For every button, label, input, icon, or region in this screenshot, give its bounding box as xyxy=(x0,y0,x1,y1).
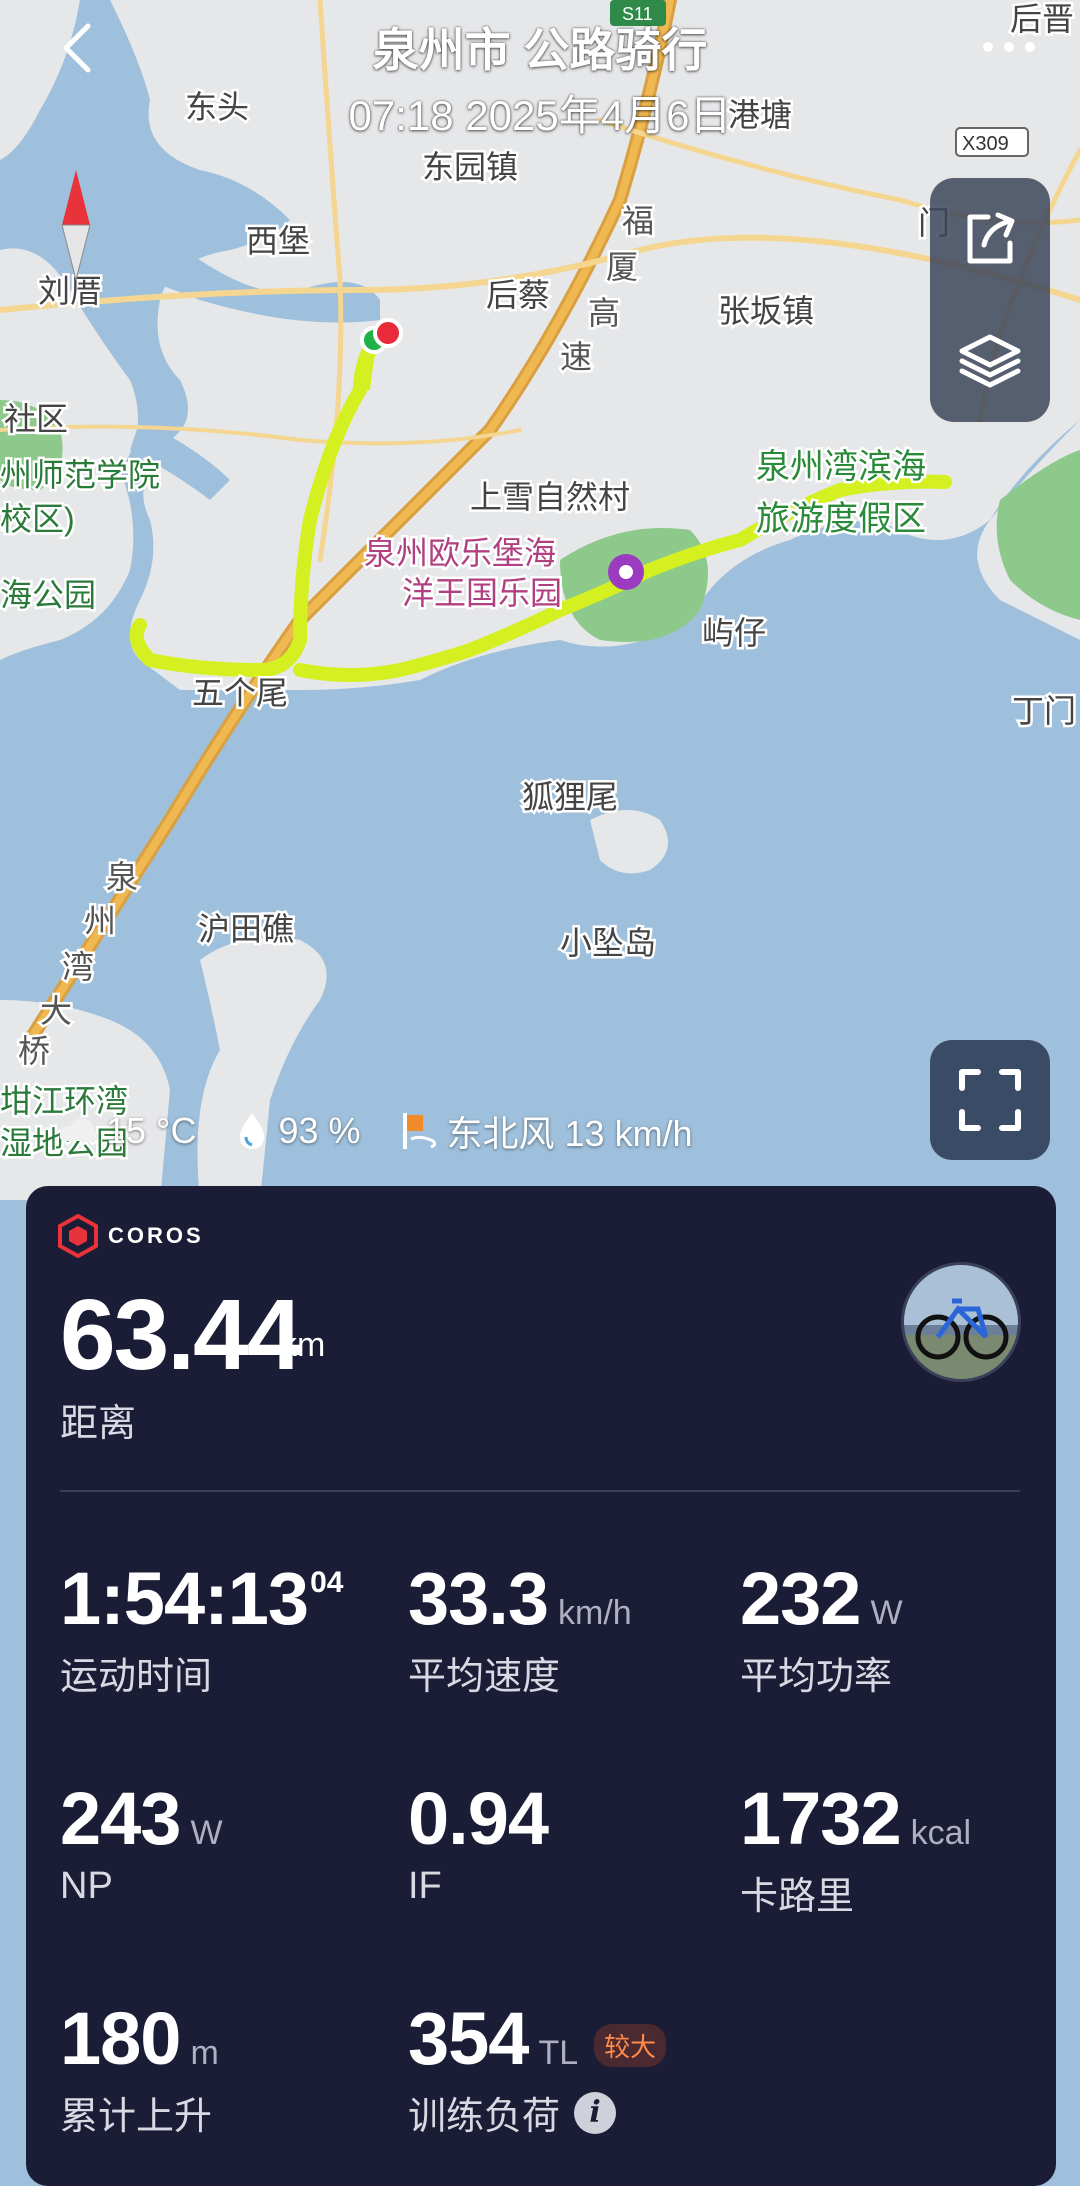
svg-text:沪田礁: 沪田礁 xyxy=(198,911,294,947)
svg-text:旅游度假区: 旅游度假区 xyxy=(756,500,926,538)
layers-icon xyxy=(959,334,1021,388)
svg-text:社区: 社区 xyxy=(4,401,68,437)
svg-text:泉州湾滨海: 泉州湾滨海 xyxy=(756,448,926,486)
svg-text:大: 大 xyxy=(40,993,72,1029)
bike-avatar[interactable] xyxy=(901,1262,1021,1382)
stat-if: 0.94 IF xyxy=(408,1777,549,1907)
svg-text:小坠岛: 小坠岛 xyxy=(560,925,656,961)
svg-text:州: 州 xyxy=(84,903,116,939)
share-button[interactable] xyxy=(930,178,1050,300)
svg-text:高: 高 xyxy=(588,295,620,331)
svg-text:西堡: 西堡 xyxy=(246,223,310,259)
wind-flag-icon xyxy=(402,1113,436,1149)
humidity: 93 % xyxy=(232,1109,361,1153)
share-icon xyxy=(967,212,1015,264)
svg-text:速: 速 xyxy=(560,339,592,375)
svg-text:桥: 桥 xyxy=(18,1033,50,1069)
coros-logo-icon xyxy=(58,1214,98,1258)
stat-avg-speed: 33.3 km/h 平均速度 xyxy=(408,1557,632,1698)
cloud-icon xyxy=(59,1118,99,1142)
svg-text:张坂镇: 张坂镇 xyxy=(718,293,814,329)
svg-text:校区): 校区) xyxy=(0,501,75,537)
svg-text:泉州欧乐堡海: 泉州欧乐堡海 xyxy=(364,535,556,571)
stat-avg-power: 232 W 平均功率 xyxy=(740,1557,903,1698)
wind: 东北风 13 km/h xyxy=(397,1105,693,1157)
page-title: 泉州市 公路骑行 xyxy=(372,24,708,76)
stat-np: 243 W NP xyxy=(60,1777,223,1907)
svg-text:湾: 湾 xyxy=(62,949,94,985)
stat-training-load: 354 TL 较大 训练负荷 i xyxy=(408,1996,667,2140)
water-drop-icon xyxy=(240,1113,265,1149)
svg-text:五个尾: 五个尾 xyxy=(192,675,288,711)
distance-value: 63.44 xyxy=(60,1279,302,1391)
svg-text:屿仔: 屿仔 xyxy=(702,615,766,651)
svg-text:厦: 厦 xyxy=(606,249,638,285)
distance-unit: km xyxy=(280,1326,326,1364)
compass-icon xyxy=(61,170,91,280)
info-icon[interactable]: i xyxy=(574,2091,617,2134)
svg-text:丁门: 丁门 xyxy=(1012,693,1076,729)
svg-text:后蔡: 后蔡 xyxy=(486,277,550,313)
stat-calories: 1732 kcal 卡路里 xyxy=(740,1777,972,1918)
svg-text:洋王国乐园: 洋王国乐园 xyxy=(402,575,562,611)
svg-text:上雪自然村: 上雪自然村 xyxy=(470,479,630,515)
map-layers-button[interactable] xyxy=(930,300,1050,422)
svg-text:海公园: 海公园 xyxy=(0,577,96,613)
temperature: 15 °C xyxy=(56,1110,196,1152)
more-options-icon[interactable] xyxy=(974,22,1044,72)
svg-text:福: 福 xyxy=(622,203,654,239)
stat-elevation-gain: 180 m 累计上升 xyxy=(60,1997,219,2138)
svg-text:东园镇: 东园镇 xyxy=(422,149,518,185)
svg-text:泉: 泉 xyxy=(106,859,138,895)
activity-datetime: 07:18 2025年4月6日 xyxy=(348,92,732,139)
distance-label: 距离 xyxy=(60,1403,137,1445)
svg-text:狐狸尾: 狐狸尾 xyxy=(522,779,618,815)
activity-summary-card: COROS 63.44 km 距离 1:54:1304 运动时间 33.3 km/… xyxy=(26,1186,1056,2186)
map-view[interactable]: 后晋 东头 港塘 东园镇 西堡 刘厝 后蔡 张坂镇 门 社区 州师范学院 校区)… xyxy=(0,0,1080,1200)
brand-logo: COROS xyxy=(58,1214,204,1258)
stat-duration: 1:54:1304 运动时间 xyxy=(60,1557,344,1698)
svg-text:州师范学院: 州师范学院 xyxy=(0,457,160,493)
fullscreen-button[interactable] xyxy=(930,1040,1050,1160)
weather-info: 15 °C 93 % 东北风 13 km/h xyxy=(56,1106,729,1156)
fullscreen-icon xyxy=(959,1069,1021,1131)
load-level-badge: 较大 xyxy=(594,2024,667,2068)
map-tools-panel xyxy=(930,178,1050,422)
divider xyxy=(60,1490,1020,1492)
